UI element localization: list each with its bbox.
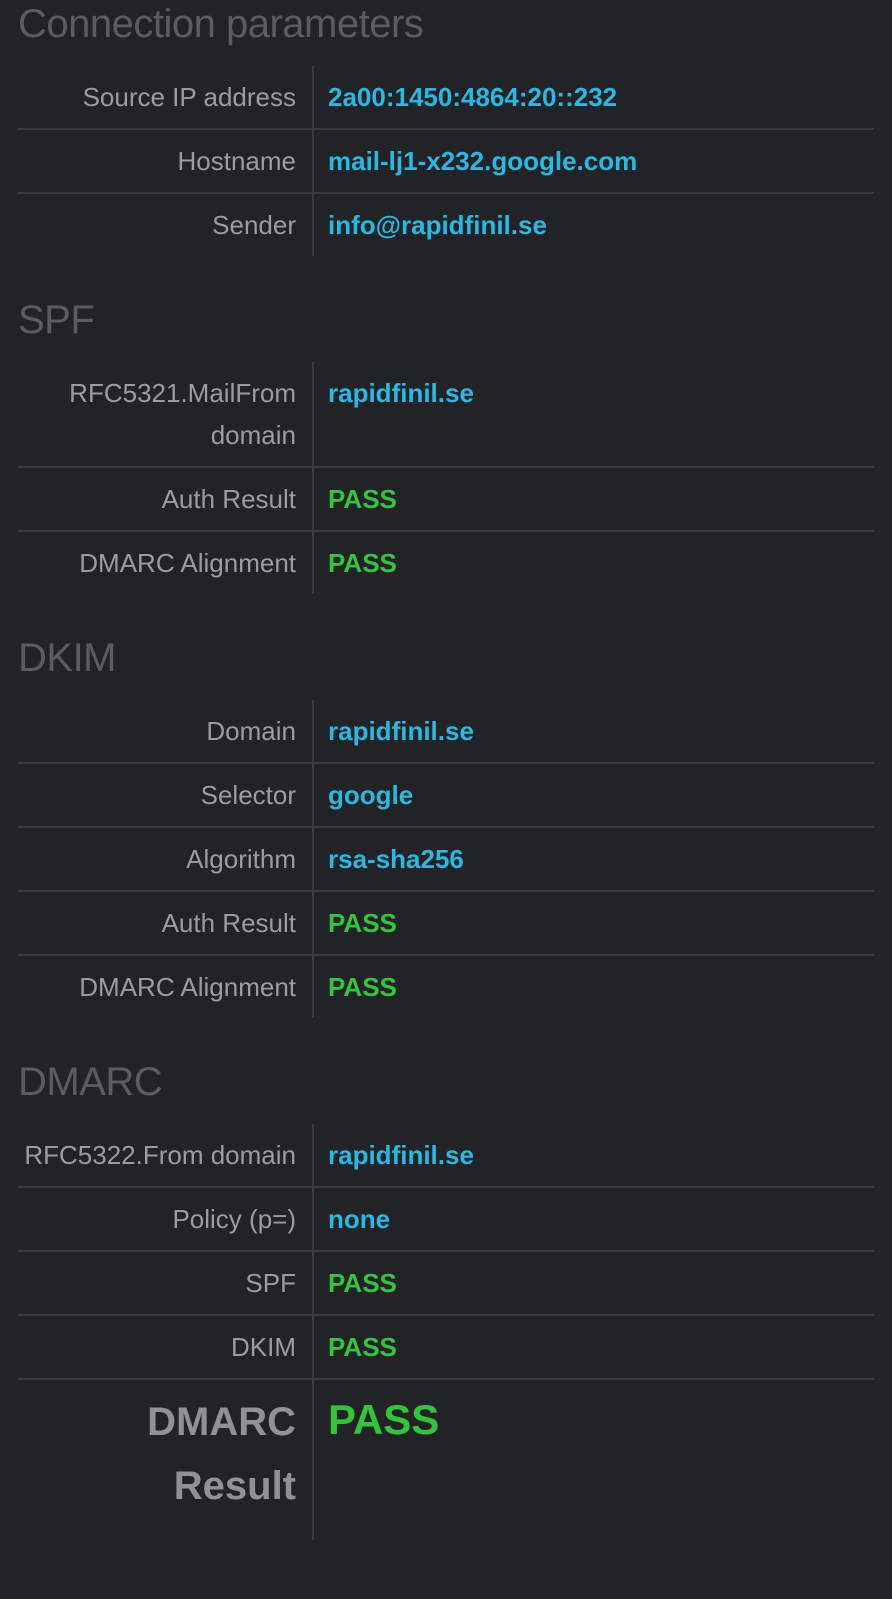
- sender-label: Sender: [18, 192, 314, 256]
- table-row: Sender info@rapidfinil.se: [18, 192, 874, 256]
- table-row: Algorithm rsa-sha256: [18, 826, 874, 891]
- dmarc-result-value: PASS: [313, 1378, 874, 1540]
- dmarc-spf-value: PASS: [313, 1250, 874, 1315]
- source-ip-value[interactable]: 2a00:1450:4864:20::232: [313, 66, 874, 129]
- table-row: Policy (p=) none: [18, 1186, 874, 1251]
- source-ip-label: Source IP address: [18, 66, 314, 129]
- table-row: Domain rapidfinil.se: [18, 700, 874, 763]
- dkim-algorithm-label: Algorithm: [18, 826, 314, 891]
- dmarc-dkim-label: DKIM: [18, 1314, 314, 1379]
- dkim-domain-label: Domain: [18, 700, 314, 763]
- email-auth-report: Connection parameters Source IP address …: [0, 0, 892, 1540]
- table-row: SPF PASS: [18, 1250, 874, 1315]
- connection-parameters-table: Source IP address 2a00:1450:4864:20::232…: [18, 66, 874, 256]
- spf-mailfrom-label: RFC5321.MailFrom domain: [18, 362, 314, 467]
- table-row: Source IP address 2a00:1450:4864:20::232: [18, 66, 874, 129]
- dmarc-policy-value[interactable]: none: [313, 1186, 874, 1251]
- table-row: DMARC Result PASS: [18, 1378, 874, 1540]
- hostname-value[interactable]: mail-lj1-x232.google.com: [313, 128, 874, 193]
- dkim-selector-value[interactable]: google: [313, 762, 874, 827]
- table-row: Hostname mail-lj1-x232.google.com: [18, 128, 874, 193]
- table-row: Selector google: [18, 762, 874, 827]
- sender-value[interactable]: info@rapidfinil.se: [313, 192, 874, 256]
- table-row: RFC5322.From domain rapidfinil.se: [18, 1124, 874, 1187]
- dkim-table: Domain rapidfinil.se Selector google Alg…: [18, 700, 874, 1018]
- spf-dmarc-alignment-label: DMARC Alignment: [18, 530, 314, 594]
- table-row: Auth Result PASS: [18, 466, 874, 531]
- hostname-label: Hostname: [18, 128, 314, 193]
- dmarc-result-label: DMARC Result: [18, 1378, 314, 1540]
- connection-parameters-heading: Connection parameters: [18, 2, 424, 46]
- spf-heading: SPF: [18, 298, 95, 342]
- dmarc-dkim-value: PASS: [313, 1314, 874, 1379]
- table-row: Auth Result PASS: [18, 890, 874, 955]
- dkim-algorithm-value[interactable]: rsa-sha256: [313, 826, 874, 891]
- dmarc-heading: DMARC: [18, 1060, 163, 1104]
- dkim-selector-label: Selector: [18, 762, 314, 827]
- dkim-domain-value[interactable]: rapidfinil.se: [313, 700, 874, 763]
- dmarc-policy-label: Policy (p=): [18, 1186, 314, 1251]
- dmarc-spf-label: SPF: [18, 1250, 314, 1315]
- dkim-dmarc-alignment-value: PASS: [313, 954, 874, 1018]
- spf-auth-result-value: PASS: [313, 466, 874, 531]
- dmarc-from-domain-value[interactable]: rapidfinil.se: [313, 1124, 874, 1187]
- table-row: DMARC Alignment PASS: [18, 954, 874, 1018]
- table-row: DKIM PASS: [18, 1314, 874, 1379]
- table-row: DMARC Alignment PASS: [18, 530, 874, 594]
- dkim-auth-result-value: PASS: [313, 890, 874, 955]
- dkim-dmarc-alignment-label: DMARC Alignment: [18, 954, 314, 1018]
- dkim-heading: DKIM: [18, 636, 117, 680]
- table-row: RFC5321.MailFrom domain rapidfinil.se: [18, 362, 874, 467]
- spf-dmarc-alignment-value: PASS: [313, 530, 874, 594]
- spf-auth-result-label: Auth Result: [18, 466, 314, 531]
- dkim-auth-result-label: Auth Result: [18, 890, 314, 955]
- dmarc-from-domain-label: RFC5322.From domain: [18, 1124, 314, 1187]
- dmarc-table: RFC5322.From domain rapidfinil.se Policy…: [18, 1124, 874, 1540]
- spf-mailfrom-value[interactable]: rapidfinil.se: [313, 362, 874, 467]
- spf-table: RFC5321.MailFrom domain rapidfinil.se Au…: [18, 362, 874, 594]
